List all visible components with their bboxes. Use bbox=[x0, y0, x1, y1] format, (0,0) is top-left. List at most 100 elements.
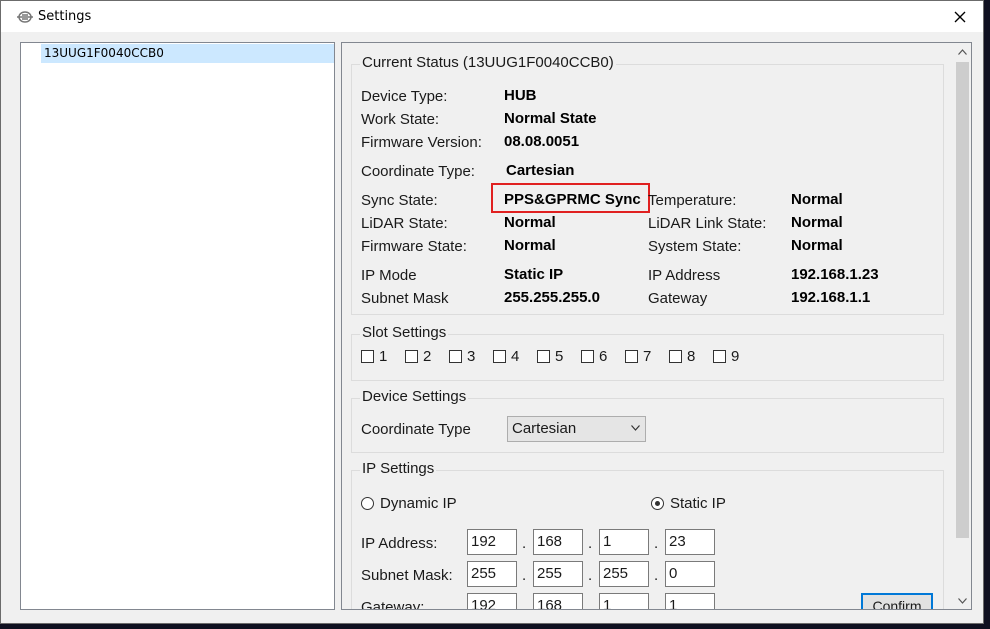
ip-dot: . bbox=[522, 599, 527, 610]
scroll-thumb[interactable] bbox=[956, 62, 969, 538]
checkbox-icon bbox=[669, 350, 682, 363]
gateway-octet-2[interactable]: 168 bbox=[533, 593, 583, 609]
coordinate-type-value: Cartesian bbox=[506, 162, 575, 179]
ip-dot: . bbox=[654, 535, 659, 552]
subnet-mask-label: Subnet Mask bbox=[361, 290, 449, 307]
temperature-value: Normal bbox=[791, 191, 843, 208]
static-ip-radio[interactable]: Static IP bbox=[651, 495, 726, 512]
subnet-mask-octet-4[interactable]: 0 bbox=[665, 561, 715, 587]
device-type-value: HUB bbox=[504, 87, 537, 104]
dynamic-ip-label: Dynamic IP bbox=[380, 495, 457, 512]
subnet-mask-octet-1[interactable]: 255 bbox=[467, 561, 517, 587]
ip-address-value: 192.168.1.23 bbox=[791, 266, 879, 283]
slot-checkbox-2[interactable]: 2 bbox=[405, 348, 431, 365]
lidar-state-label: LiDAR State: bbox=[361, 215, 448, 232]
scroll-down-button[interactable] bbox=[954, 592, 971, 609]
sync-state-value: PPS&GPRMC Sync bbox=[504, 191, 641, 208]
slot-label: 7 bbox=[643, 348, 652, 365]
slot-settings-title: Slot Settings bbox=[360, 324, 449, 341]
device-tree[interactable]: 13UUG1F0040CCB0 bbox=[20, 42, 335, 610]
subnet-mask-octet-3[interactable]: 255 bbox=[599, 561, 649, 587]
gateway-value: 192.168.1.1 bbox=[791, 289, 871, 306]
coordinate-type-setting-label: Coordinate Type bbox=[361, 421, 471, 438]
subnet-mask-octet-2[interactable]: 255 bbox=[533, 561, 583, 587]
gateway-octet-3[interactable]: 1 bbox=[599, 593, 649, 609]
confirm-button[interactable]: Confirm bbox=[861, 593, 933, 609]
chevron-down-icon bbox=[631, 425, 640, 431]
slot-label: 4 bbox=[511, 348, 520, 365]
ip-dot: . bbox=[588, 567, 593, 584]
ip-address-octet-3[interactable]: 1 bbox=[599, 529, 649, 555]
ip-dot: . bbox=[522, 567, 527, 584]
firmware-state-label: Firmware State: bbox=[361, 238, 467, 255]
radio-unchecked-icon bbox=[361, 497, 374, 510]
checkbox-icon bbox=[713, 350, 726, 363]
slot-label: 8 bbox=[687, 348, 696, 365]
radio-checked-icon bbox=[651, 497, 664, 510]
work-state-label: Work State: bbox=[361, 111, 440, 128]
coordinate-type-select-value: Cartesian bbox=[512, 420, 577, 437]
slot-checkbox-3[interactable]: 3 bbox=[449, 348, 475, 365]
chevron-down-icon bbox=[958, 597, 967, 604]
system-state-label: System State: bbox=[648, 238, 742, 255]
coordinate-type-label: Coordinate Type: bbox=[361, 163, 475, 180]
current-status-title: Current Status (13UUG1F0040CCB0) bbox=[360, 54, 616, 71]
ip-settings-title: IP Settings bbox=[360, 460, 437, 477]
settings-window: Settings 13UUG1F0040CCB0 Current Status … bbox=[0, 0, 984, 624]
slot-checkbox-7[interactable]: 7 bbox=[625, 348, 651, 365]
sync-state-label: Sync State: bbox=[361, 192, 438, 209]
gateway-setting-label: Gateway: bbox=[361, 599, 425, 610]
subnet-mask-setting-label: Subnet Mask: bbox=[361, 567, 453, 584]
slot-label: 6 bbox=[599, 348, 608, 365]
gateway-octet-4[interactable]: 1 bbox=[665, 593, 715, 609]
ip-address-octet-1[interactable]: 192 bbox=[467, 529, 517, 555]
ip-dot: . bbox=[522, 535, 527, 552]
device-type-label: Device Type: bbox=[361, 88, 448, 105]
checkbox-icon bbox=[581, 350, 594, 363]
slot-checkbox-6[interactable]: 6 bbox=[581, 348, 607, 365]
subnet-mask-value: 255.255.255.0 bbox=[504, 289, 600, 306]
slot-checkbox-9[interactable]: 9 bbox=[713, 348, 739, 365]
slot-checkbox-4[interactable]: 4 bbox=[493, 348, 519, 365]
chevron-up-icon bbox=[958, 48, 967, 55]
dynamic-ip-radio[interactable]: Dynamic IP bbox=[361, 495, 457, 512]
gateway-label: Gateway bbox=[648, 290, 708, 307]
checkbox-icon bbox=[405, 350, 418, 363]
firmware-state-value: Normal bbox=[504, 237, 556, 254]
ip-address-octet-4[interactable]: 23 bbox=[665, 529, 715, 555]
ip-dot: . bbox=[654, 599, 659, 610]
scroll-up-button[interactable] bbox=[954, 43, 971, 60]
slot-checkbox-8[interactable]: 8 bbox=[669, 348, 695, 365]
slot-label: 2 bbox=[423, 348, 432, 365]
settings-panel: Current Status (13UUG1F0040CCB0) Device … bbox=[341, 42, 972, 610]
slot-label: 1 bbox=[379, 348, 388, 365]
lidar-state-value: Normal bbox=[504, 214, 556, 231]
ip-dot: . bbox=[588, 599, 593, 610]
ip-dot: . bbox=[654, 567, 659, 584]
ip-address-label: IP Address bbox=[648, 267, 721, 284]
firmware-version-value: 08.08.0051 bbox=[504, 133, 580, 150]
slot-checkbox-5[interactable]: 5 bbox=[537, 348, 563, 365]
slot-settings-group: Slot Settings 1 2 3 4 5 6 7 8 9 bbox=[351, 324, 944, 381]
lidar-link-state-label: LiDAR Link State: bbox=[648, 215, 767, 232]
static-ip-label: Static IP bbox=[670, 495, 726, 512]
slot-checkbox-1[interactable]: 1 bbox=[361, 348, 387, 365]
checkbox-icon bbox=[449, 350, 462, 363]
ip-address-octet-2[interactable]: 168 bbox=[533, 529, 583, 555]
checkbox-icon bbox=[361, 350, 374, 363]
checkbox-icon bbox=[625, 350, 638, 363]
coordinate-type-select[interactable]: Cartesian bbox=[507, 416, 646, 442]
vertical-scrollbar[interactable] bbox=[954, 43, 971, 609]
checkbox-icon bbox=[493, 350, 506, 363]
checkbox-icon bbox=[537, 350, 550, 363]
close-button[interactable] bbox=[937, 1, 983, 32]
tree-item-device[interactable]: 13UUG1F0040CCB0 bbox=[41, 44, 334, 63]
slot-label: 9 bbox=[731, 348, 740, 365]
app-icon bbox=[17, 10, 33, 24]
gateway-octet-1[interactable]: 192 bbox=[467, 593, 517, 609]
lidar-link-state-value: Normal bbox=[791, 214, 843, 231]
title-bar: Settings bbox=[1, 1, 983, 32]
current-status-group: Current Status (13UUG1F0040CCB0) Device … bbox=[351, 54, 944, 315]
temperature-label: Temperature: bbox=[648, 192, 737, 209]
window-title: Settings bbox=[38, 9, 92, 24]
